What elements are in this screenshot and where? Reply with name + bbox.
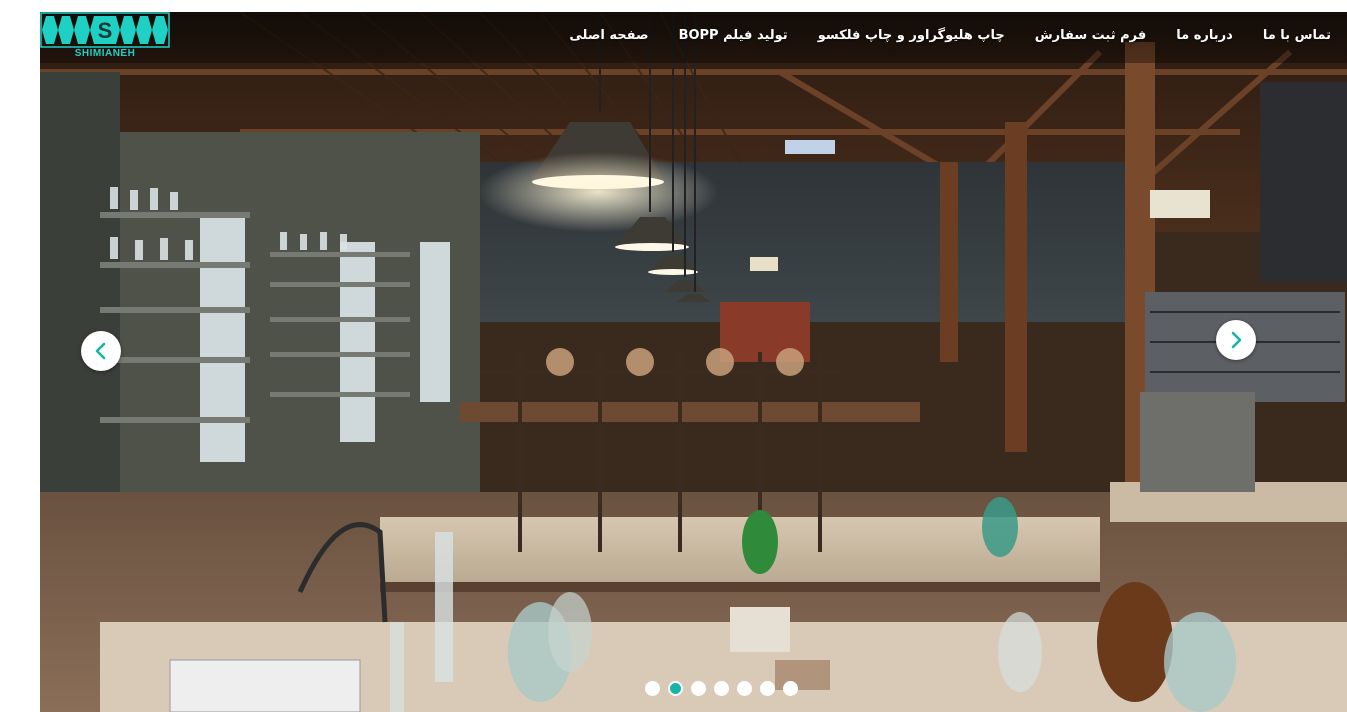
nav-item-home[interactable]: صفحه اصلی [569, 28, 648, 43]
nav-item-printing[interactable]: چاپ هلیوگراور و چاپ فلکسو [818, 28, 1005, 43]
nav-item-about[interactable]: درباره ما [1176, 28, 1233, 43]
nav-item-bopp-film[interactable]: تولید فیلم BOPP [679, 28, 788, 43]
slider-dot-6[interactable] [760, 681, 775, 696]
slider-dot-5[interactable] [737, 681, 752, 696]
slider-dot-3[interactable] [691, 681, 706, 696]
nav-item-order-form[interactable]: فرم ثبت سفارش [1035, 28, 1147, 43]
brand-name: SHIMIANEH [74, 48, 136, 59]
slider-dot-1[interactable] [645, 681, 660, 696]
chevron-right-icon [1231, 331, 1242, 349]
main-menu: صفحه اصلی تولید فیلم BOPP چاپ هلیوگراور … [569, 28, 1331, 43]
top-navbar: S SHIMIANEH صفحه اصلی تولید فیلم BOPP چا… [40, 12, 1347, 63]
slide-image [40, 12, 1347, 712]
chevron-left-icon [95, 342, 106, 360]
slider-next-button[interactable] [1216, 320, 1256, 360]
brand-logo[interactable]: S SHIMIANEH [40, 12, 170, 62]
slider-dot-7[interactable] [783, 681, 798, 696]
hero-slider: S SHIMIANEH صفحه اصلی تولید فیلم BOPP چا… [40, 12, 1347, 712]
logo-mark-icon: S [40, 12, 170, 48]
slider-dot-2-active[interactable] [668, 681, 683, 696]
slider-dot-4[interactable] [714, 681, 729, 696]
slider-pagination [645, 681, 798, 696]
svg-text:S: S [98, 18, 113, 43]
slider-prev-button[interactable] [81, 331, 121, 371]
nav-item-contact[interactable]: تماس با ما [1263, 28, 1331, 43]
